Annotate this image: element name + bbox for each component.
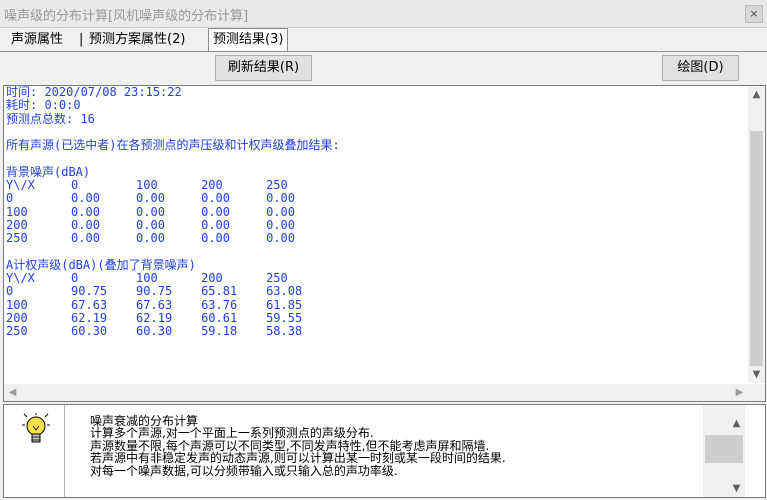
tab-prediction-results[interactable]: 预测结果(3)	[208, 28, 289, 52]
tab-source-properties[interactable]: 声源属性	[7, 29, 67, 51]
scroll-thumb[interactable]	[750, 131, 763, 366]
info-line: 计算多个声源,对一个平面上一系列预测点的声级分布.	[90, 426, 374, 441]
window-title: 噪声级的分布计算[风机噪声级的分布计算]	[4, 9, 249, 24]
info-text: 噪声衰减的分布计算 计算多个声源,对一个平面上一系列预测点的声级分布. 声源数量…	[64, 405, 745, 497]
results-output[interactable]: 时间: 2020/07/08 23:15:22 耗时: 0:0:0 预测点总数:…	[3, 85, 766, 402]
scroll-corner	[748, 384, 765, 401]
horizontal-scrollbar[interactable]: ◀ ▶	[4, 384, 748, 401]
tab-divider	[0, 51, 767, 52]
tab-scheme-properties[interactable]: 预测方案属性(2)	[85, 29, 189, 51]
info-scrollbar[interactable]: ▲ ▼	[703, 405, 745, 497]
info-panel: 噪声衰减的分布计算 计算多个声源,对一个平面上一系列预测点的声级分布. 声源数量…	[3, 404, 766, 498]
scroll-up-icon[interactable]: ▲	[748, 86, 765, 103]
info-scroll-down-icon[interactable]: ▼	[703, 480, 745, 497]
scroll-left-icon[interactable]: ◀	[4, 384, 21, 401]
draw-button[interactable]: 绘图(D)	[662, 55, 739, 81]
scroll-right-icon[interactable]: ▶	[731, 384, 748, 401]
title-bar: 噪声级的分布计算[风机噪声级的分布计算] ×	[0, 0, 767, 28]
refresh-results-button[interactable]: 刷新结果(R)	[215, 55, 312, 81]
info-scroll-thumb[interactable]	[705, 435, 743, 463]
info-line: 若声源中有非稳定发声的动态声源,则可以计算出某一时刻或某一段时间的结果.	[90, 451, 506, 466]
scroll-down-icon[interactable]: ▼	[748, 366, 765, 383]
close-button[interactable]: ×	[745, 5, 763, 23]
lightbulb-icon	[22, 413, 50, 443]
vertical-scrollbar[interactable]: ▲ ▼	[748, 86, 765, 383]
info-scroll-up-icon[interactable]: ▲	[703, 415, 745, 432]
results-text: 时间: 2020/07/08 23:15:22 耗时: 0:0:0 预测点总数:…	[6, 85, 340, 339]
info-line: 对每一个噪声数据,可以分频带输入或只输入总的声功率级.	[90, 463, 398, 478]
